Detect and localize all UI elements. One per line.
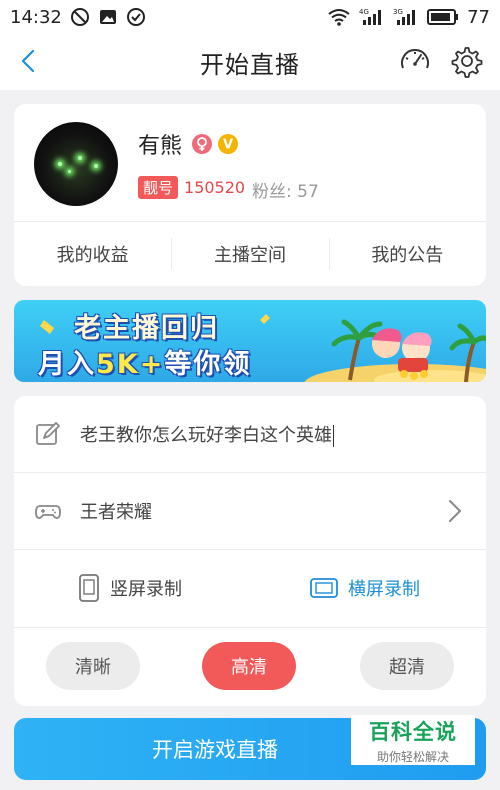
speedometer-icon[interactable] [398, 44, 432, 78]
do-not-disturb-icon [70, 8, 89, 26]
image-notification-icon [99, 10, 116, 24]
page-title: 开始直播 [200, 50, 300, 79]
stream-settings-card: 老王教你怎么玩好李白这个英雄 王者荣耀 竖屏录制 横屏录制 清晰 高清 超清 [14, 396, 486, 706]
username: 有熊 [138, 134, 183, 159]
battery-icon [427, 9, 459, 25]
svg-text:4G: 4G [359, 8, 369, 16]
start-live-label: 开启游戏直播 [152, 738, 278, 762]
battery-percent: 77 [467, 6, 490, 28]
phone-landscape-icon [310, 578, 338, 598]
status-time: 14:32 [10, 6, 62, 28]
orientation-row: 竖屏录制 横屏录制 [14, 550, 486, 626]
landscape-record-label: 横屏录制 [348, 579, 420, 600]
phone-portrait-icon [79, 574, 99, 602]
promo-banner[interactable]: 老主播回归 月入5K+等你领 [14, 300, 486, 382]
selected-game: 王者荣耀 [80, 502, 152, 523]
signal-3g-icon: 3G [393, 8, 416, 25]
stream-title-input[interactable]: 老王教你怎么玩好李白这个英雄 [80, 421, 334, 447]
wifi-icon [328, 9, 350, 26]
check-circle-icon [126, 8, 145, 26]
streamer-space-button[interactable]: 主播空间 [171, 222, 328, 286]
banner-subline: 月入5K+等你领 [38, 349, 252, 380]
user-id: 靓号 150520 [138, 176, 245, 199]
my-earnings-button[interactable]: 我的收益 [14, 222, 171, 286]
chevron-right-icon [449, 500, 461, 522]
quality-row: 清晰 高清 超清 [14, 628, 486, 706]
game-select-row[interactable]: 王者荣耀 [14, 473, 486, 549]
avatar[interactable] [34, 122, 118, 206]
back-arrow-icon[interactable] [14, 46, 44, 76]
quality-clear-button[interactable]: 清晰 [46, 642, 140, 690]
text-cursor [333, 425, 334, 447]
signal-4g-icon: 4G [359, 8, 382, 25]
stream-title-field[interactable]: 老王教你怎么玩好李白这个英雄 [14, 396, 486, 472]
vip-badge-icon: V [218, 134, 238, 154]
profile-menu: 我的收益 主播空间 我的公告 [14, 222, 486, 286]
id-number: 150520 [184, 178, 246, 197]
quality-ultra-hd-button[interactable]: 超清 [360, 642, 454, 690]
my-announcement-button[interactable]: 我的公告 [328, 222, 486, 286]
gear-icon[interactable] [450, 44, 484, 78]
nav-bar: 开始直播 [0, 34, 500, 90]
pretty-id-tag: 靓号 [138, 176, 179, 199]
watermark-subtitle: 助你轻松解决 [376, 749, 449, 764]
profile-card: 有熊 V 靓号 150520 粉丝: 57 我的收益 主播空间 我的公告 [14, 104, 486, 286]
landscape-record-option[interactable]: 横屏录制 [310, 575, 420, 601]
svg-text:3G: 3G [393, 8, 403, 16]
quality-hd-button[interactable]: 高清 [202, 642, 296, 690]
female-gender-icon [192, 134, 212, 154]
svg-text:V: V [223, 138, 233, 153]
banner-headline: 老主播回归 [74, 313, 219, 344]
status-bar: 14:32 4G 3G 77 [0, 0, 500, 34]
watermark-title: 百科全说 [369, 719, 457, 744]
watermark-logo: 百科全说 助你轻松解决 [351, 715, 475, 765]
edit-icon [36, 422, 60, 445]
portrait-record-option[interactable]: 竖屏录制 [78, 574, 182, 602]
portrait-record-label: 竖屏录制 [110, 579, 182, 600]
gamepad-icon [35, 505, 61, 519]
fans-count: 粉丝: 57 [252, 182, 319, 202]
